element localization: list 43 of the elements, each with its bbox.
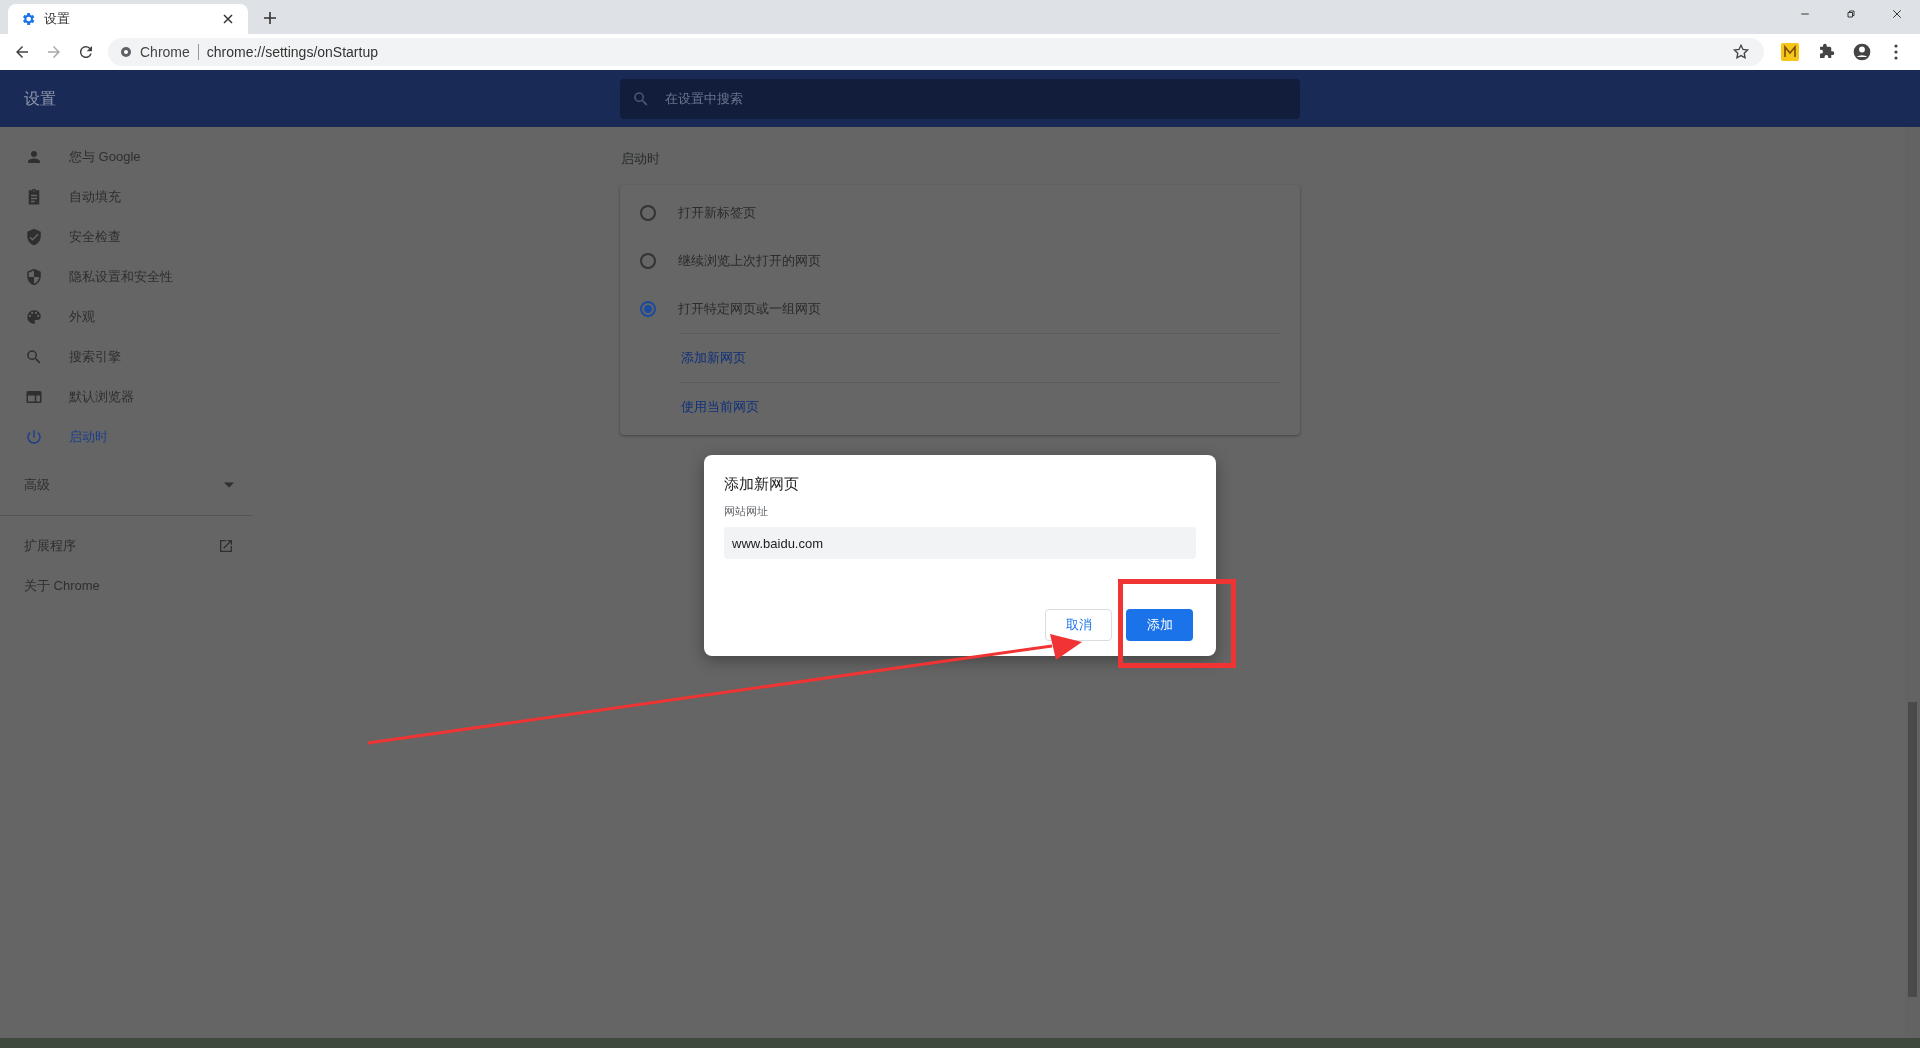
close-icon <box>1891 8 1903 20</box>
star-icon <box>1732 43 1750 61</box>
url-text: chrome://settings/onStartup <box>206 42 379 62</box>
site-icon <box>120 46 132 58</box>
close-icon <box>222 13 234 25</box>
url-input-field[interactable]: www.baidu.com <box>724 527 1196 559</box>
reload-icon <box>77 43 95 61</box>
extension-icon <box>1781 43 1799 61</box>
radio-button[interactable] <box>640 253 656 269</box>
radio-button[interactable] <box>640 301 656 317</box>
settings-search-field[interactable]: 在设置中搜索 <box>620 78 1300 119</box>
bookmark-star-button[interactable] <box>1732 42 1752 62</box>
add-page-link[interactable]: 添加新网页 <box>681 348 746 368</box>
external-link-icon <box>218 538 234 554</box>
add-button[interactable]: 添加 <box>1126 609 1193 641</box>
site-label: Chrome <box>140 42 190 62</box>
shield-check-icon <box>25 228 43 246</box>
field-label: 网站网址 <box>724 504 769 519</box>
restore-icon <box>1845 8 1857 20</box>
profile-icon <box>1852 42 1872 62</box>
plus-icon <box>262 10 278 26</box>
menu-icon <box>1894 44 1898 60</box>
sidebar-item[interactable]: 启动时 <box>0 417 252 457</box>
tab-title: 设置 <box>44 10 71 29</box>
person-icon <box>25 148 43 166</box>
cancel-button[interactable]: 取消 <box>1045 609 1112 641</box>
browser-window-icon <box>25 388 43 406</box>
search-icon <box>632 89 650 108</box>
browser-tab[interactable]: 设置 <box>8 4 248 34</box>
caret-icon <box>224 482 234 488</box>
shield-icon <box>25 268 43 286</box>
puzzle-icon <box>1817 43 1835 61</box>
palette-icon <box>25 308 43 326</box>
dialog-title: 添加新网页 <box>724 474 800 494</box>
power-icon <box>25 428 43 446</box>
search-icon <box>25 348 43 366</box>
forward-arrow-icon <box>45 43 63 61</box>
add-page-link[interactable]: 使用当前网页 <box>681 397 759 417</box>
settings-title: 设置 <box>23 88 57 109</box>
radio-button[interactable] <box>640 205 656 221</box>
address-bar[interactable]: Chrome chrome://settings/onStartup <box>108 38 1764 66</box>
gear-icon <box>20 11 36 27</box>
startup-option[interactable]: 继续浏览上次打开的网页 <box>620 237 1300 285</box>
